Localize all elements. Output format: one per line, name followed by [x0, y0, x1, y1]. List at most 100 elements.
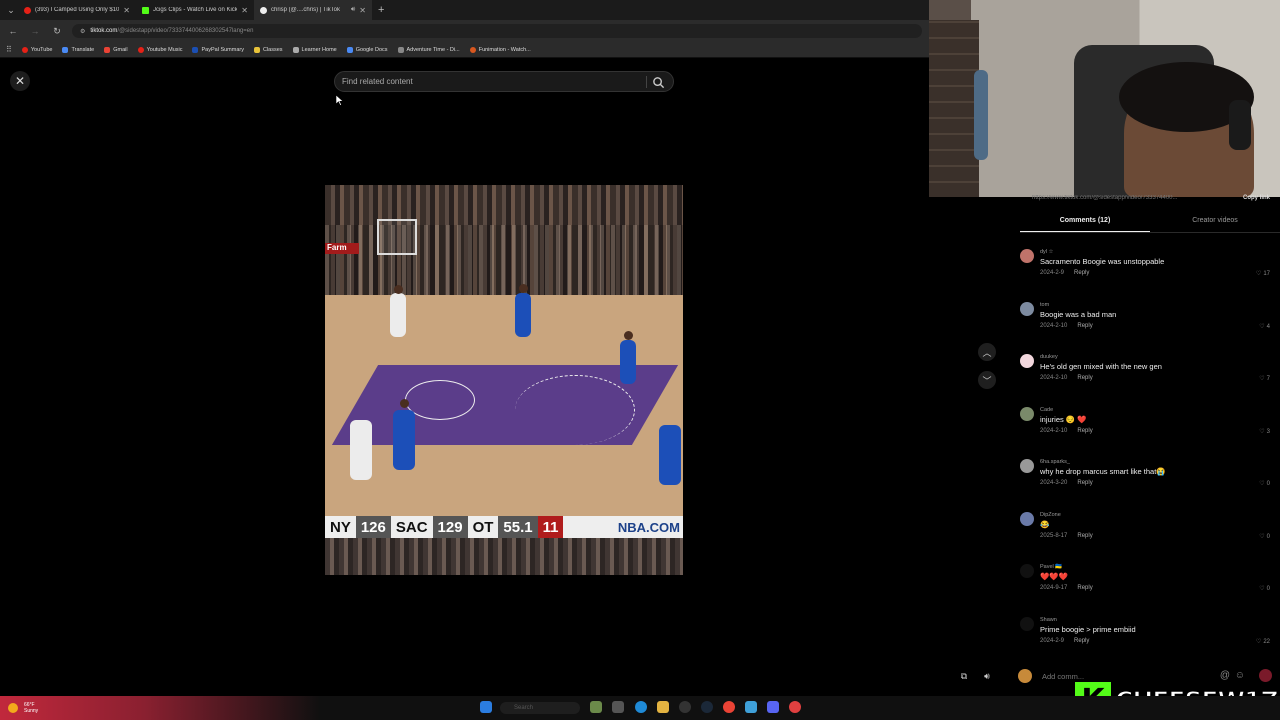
- forward-arrow-icon[interactable]: →: [28, 26, 42, 36]
- bookmark-classes[interactable]: Classes: [253, 46, 283, 53]
- browser-tab-youtube[interactable]: (393) I Camped Using Only $10 ✕: [18, 0, 136, 20]
- bookmark-learner-home[interactable]: Learner Home: [292, 46, 337, 53]
- tab-title: (393) I Camped Using Only $10: [35, 7, 120, 13]
- volume-icon[interactable]: 🔊︎: [979, 668, 995, 684]
- browser-tab-kick[interactable]: Jcigs Clips - Watch Live on Kick ✕: [136, 0, 254, 20]
- like-count: 0: [1266, 534, 1270, 540]
- comment-date: 2024-2-10: [1040, 428, 1068, 434]
- like-button[interactable]: ♡ 17: [1256, 270, 1270, 277]
- comment-username[interactable]: dyl ☆: [1040, 249, 1054, 255]
- like-button[interactable]: ♡ 7: [1259, 375, 1270, 382]
- reply-button[interactable]: Reply: [1077, 533, 1092, 539]
- speaker-icon[interactable]: 🔊︎: [351, 6, 355, 14]
- heart-icon: ♡: [1259, 429, 1265, 435]
- avatar[interactable]: [1020, 302, 1034, 316]
- edge-icon[interactable]: [635, 701, 647, 713]
- site-info-icon[interactable]: ⚙︎: [80, 28, 85, 35]
- folder-icon[interactable]: [657, 701, 669, 713]
- copy-link-button[interactable]: Copy link: [1243, 195, 1270, 201]
- bookmark-adventure-time[interactable]: Adventure Time - Di...: [397, 46, 460, 53]
- avatar[interactable]: [1020, 407, 1034, 421]
- panel-tabs: Comments (12) Creator videos: [1020, 212, 1280, 232]
- reply-button[interactable]: Reply: [1077, 323, 1092, 329]
- search-icon[interactable]: [652, 76, 665, 89]
- tab-divider: [1020, 232, 1280, 233]
- comment-meta: 2024-2-9 Reply: [1040, 638, 1089, 644]
- baseline-crowd: [325, 538, 683, 575]
- float-player-icon[interactable]: ⧉: [956, 668, 972, 684]
- reply-button[interactable]: Reply: [1074, 638, 1089, 644]
- steam-icon[interactable]: [701, 701, 713, 713]
- bookmark-youtube-music[interactable]: Youtube Music: [137, 46, 182, 53]
- file-explorer-icon[interactable]: [612, 701, 624, 713]
- reply-button[interactable]: Reply: [1074, 270, 1089, 276]
- browser-tab-tiktok[interactable]: chrisp (@....chris) | TikTok 🔊︎ ✕: [254, 0, 372, 20]
- comment-username[interactable]: duukey: [1040, 354, 1058, 360]
- url-bar[interactable]: ⚙︎ tiktok.com /@sidestapp/video/73337440…: [72, 24, 922, 38]
- chevron-down-icon[interactable]: ﹀: [978, 371, 996, 389]
- comment-date: 2024-2-10: [1040, 375, 1068, 381]
- new-tab-button[interactable]: +: [378, 4, 384, 16]
- reload-icon[interactable]: ↻: [50, 26, 64, 37]
- comment-meta: 2024-2-9 Reply: [1040, 270, 1089, 276]
- close-tab-icon[interactable]: ✕: [359, 6, 366, 15]
- task-view-icon[interactable]: [590, 701, 602, 713]
- windows-start-icon[interactable]: [480, 701, 492, 713]
- close-icon[interactable]: ✕: [10, 71, 30, 91]
- like-button[interactable]: ♡ 0: [1259, 585, 1270, 592]
- tab-comments[interactable]: Comments (12): [1020, 212, 1150, 232]
- comment-meta: 2024-2-10 Reply: [1040, 375, 1093, 381]
- github-icon[interactable]: [679, 701, 691, 713]
- avatar[interactable]: [1020, 512, 1034, 526]
- search-input[interactable]: Find related content: [334, 71, 674, 92]
- bookmark-google-docs[interactable]: Google Docs: [346, 46, 388, 53]
- avatar[interactable]: [1020, 459, 1034, 473]
- taskbar-search[interactable]: Search: [500, 702, 580, 714]
- like-button[interactable]: ♡ 0: [1259, 533, 1270, 540]
- app-icon[interactable]: [745, 701, 757, 713]
- comment-username[interactable]: 6ha.sparks_: [1040, 459, 1070, 465]
- tab-creator-videos[interactable]: Creator videos: [1150, 212, 1280, 232]
- like-button[interactable]: ♡ 4: [1259, 323, 1270, 330]
- chrome-icon[interactable]: [723, 701, 735, 713]
- app-icon[interactable]: [789, 701, 801, 713]
- tab-search-chevron-icon[interactable]: ⌄: [4, 0, 18, 20]
- bookmark-paypal[interactable]: PayPal Summary: [192, 46, 244, 53]
- bookmark-funimation[interactable]: Funimation - Watch...: [469, 46, 531, 53]
- discord-icon[interactable]: [767, 701, 779, 713]
- comment-username[interactable]: Shawn: [1040, 617, 1057, 623]
- comment-username[interactable]: tom: [1040, 302, 1049, 308]
- comment-username[interactable]: DipZone: [1040, 512, 1061, 518]
- reply-button[interactable]: Reply: [1077, 428, 1092, 434]
- avatar[interactable]: [1020, 617, 1034, 631]
- heart-icon: ♡: [1259, 324, 1265, 330]
- back-arrow-icon[interactable]: ←: [6, 26, 20, 36]
- search-divider: [646, 76, 647, 88]
- video-player[interactable]: Farm NY 126 SAC 129 OT 55.1 11 NBA.COM: [325, 185, 683, 575]
- chevron-up-icon[interactable]: ︿: [978, 343, 996, 361]
- reply-button[interactable]: Reply: [1077, 585, 1092, 591]
- like-button[interactable]: ♡ 0: [1259, 480, 1270, 487]
- share-link: https://www.tiktok.com/@sidestapp/video/…: [1032, 194, 1178, 201]
- bookmark-translate[interactable]: Translate: [62, 46, 94, 53]
- close-tab-icon[interactable]: ✕: [241, 6, 248, 15]
- clothes-rack: [929, 20, 979, 197]
- reply-button[interactable]: Reply: [1077, 480, 1092, 486]
- apps-grid-icon[interactable]: ⠿: [6, 45, 12, 54]
- avatar[interactable]: [1020, 564, 1034, 578]
- comment-username[interactable]: Cade: [1040, 407, 1053, 413]
- bookmark-youtube[interactable]: YouTube: [21, 46, 52, 53]
- avatar[interactable]: [1020, 354, 1034, 368]
- comment-username[interactable]: Pavel 🇺🇦: [1040, 564, 1062, 570]
- reply-button[interactable]: Reply: [1077, 375, 1092, 381]
- avatar[interactable]: [1020, 249, 1034, 263]
- tab-title: Jcigs Clips - Watch Live on Kick: [153, 7, 238, 13]
- adventure-time-icon: [397, 46, 404, 53]
- like-button[interactable]: ♡ 3: [1259, 428, 1270, 435]
- bookmark-gmail[interactable]: Gmail: [104, 46, 128, 53]
- water-bottle: [974, 70, 988, 160]
- weather-cond: Sunny: [24, 708, 39, 714]
- weather-widget[interactable]: 66°F Sunny: [0, 696, 320, 720]
- like-button[interactable]: ♡ 22: [1256, 638, 1270, 645]
- close-tab-icon[interactable]: ✕: [123, 6, 130, 15]
